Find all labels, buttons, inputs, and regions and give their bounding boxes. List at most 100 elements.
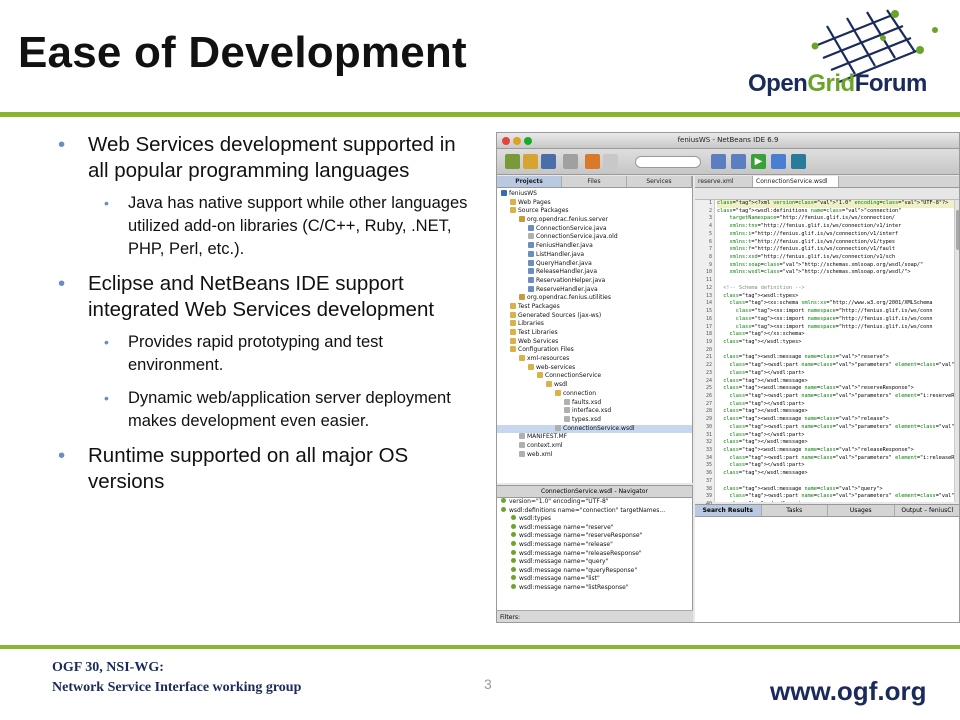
file-icon [564, 415, 570, 422]
tree-node[interactable]: web.xml [497, 450, 692, 460]
tab-tasks[interactable]: Tasks [762, 505, 828, 516]
navigator-item[interactable]: wsdl:definitions name="connection" targe… [497, 506, 692, 516]
tree-node-label: faults.xsd [572, 398, 602, 406]
configuration-select[interactable] [635, 156, 701, 168]
tree-node-label: QueryHandler.java [536, 259, 592, 267]
tree-node[interactable]: FeniusHandler.java [497, 242, 692, 251]
navigator-item[interactable]: wsdl:message name="reserveResponse" [497, 532, 692, 541]
line-number: 2 [708, 207, 712, 214]
tree-node-label: wsdl [554, 381, 568, 389]
code-line: class="tag"></wsdl:part> [729, 369, 805, 376]
tree-node[interactable]: ConnectionService.java.old [497, 233, 692, 242]
tree-node[interactable]: ListHandler.java [497, 250, 692, 260]
navigator-item[interactable]: wsdl:message name="releaseResponse" [497, 549, 692, 559]
line-number: 10 [705, 269, 712, 276]
bullet-list: • Web Services development supported in a… [44, 132, 474, 503]
tree-node[interactable]: ConnectionService [497, 372, 692, 381]
tree-node[interactable]: types.xsd [497, 415, 692, 425]
tree-node-label: ReserveHandler.java [536, 285, 598, 293]
tree-node-label: ReleaseHandler.java [536, 268, 597, 276]
tab-projects[interactable]: Projects [497, 176, 562, 187]
navigator-item-label: wsdl:message name="reserve" [519, 523, 614, 531]
open-project-icon[interactable] [523, 154, 538, 169]
tree-node[interactable]: ReservationHelper.java [497, 276, 692, 286]
build-icon[interactable] [711, 154, 726, 169]
tree-node[interactable]: connection [497, 389, 692, 399]
navigator-item[interactable]: wsdl:message name="release" [497, 540, 692, 550]
tree-node[interactable]: ReleaseHandler.java [497, 268, 692, 277]
run-icon[interactable]: ▶ [751, 154, 766, 169]
tree-node[interactable]: org.opendrac.fenius.utilities [497, 294, 692, 303]
tab-services[interactable]: Services [627, 176, 692, 187]
code-line: class="tag"><wsdl:message name=class="va… [723, 447, 914, 453]
profile-icon[interactable] [791, 154, 806, 169]
footer-line-2: Network Service Interface working group [52, 680, 302, 695]
tree-node[interactable]: xml-resources [497, 355, 692, 364]
tree-node[interactable]: context.xml [497, 441, 692, 451]
navigator-item[interactable]: version="1.0" encoding="UTF-8" [497, 498, 692, 507]
tree-node[interactable]: Configuration Files [497, 346, 692, 355]
tab-search-results[interactable]: Search Results [695, 505, 762, 516]
tree-node[interactable]: faults.xsd [497, 398, 692, 408]
navigator-item[interactable]: wsdl:message name="query" [497, 558, 692, 567]
code-line: class="tag"><xs:import namespace="http:/… [735, 315, 933, 322]
code-line: class="tag"></wsdl:part> [729, 400, 805, 407]
editor-tab-connectionservice-wsdl[interactable]: ConnectionService.wsdl [753, 176, 839, 187]
tree-node[interactable]: org.opendrac.fenius.server [497, 216, 692, 225]
tree-node[interactable]: feniusWS [497, 190, 692, 199]
save-all-icon[interactable] [541, 154, 556, 169]
bullet-2: • Eclipse and NetBeans IDE support integr… [44, 271, 474, 323]
tree-node[interactable]: web-services [497, 363, 692, 373]
code-text[interactable]: class="tag"><?xml version=class="val">"1… [717, 200, 959, 502]
ide-window-title: feniusWS - NetBeans IDE 6.9 [677, 136, 779, 144]
undo-icon[interactable] [563, 154, 578, 169]
footer-url[interactable]: www.ogf.org [770, 676, 926, 707]
navigator-pane: ConnectionService.wsdl - Navigator versi… [497, 485, 693, 622]
navigator-item[interactable]: wsdl:types [497, 515, 692, 524]
bullet-dot: • [104, 390, 109, 406]
redo-icon[interactable] [603, 154, 618, 169]
code-line: class="tag"><wsdl:message name=class="va… [723, 385, 914, 392]
tree-node[interactable]: ConnectionService.wsdl [497, 424, 692, 434]
tree-node-label: ConnectionService.wsdl [563, 424, 635, 432]
navigator-item[interactable]: wsdl:message name="queryResponse" [497, 566, 692, 576]
navigator-item-label: version="1.0" encoding="UTF-8" [509, 498, 609, 505]
logo-forum: Forum [854, 70, 928, 97]
tree-node[interactable]: QueryHandler.java [497, 259, 692, 269]
slide-title: Ease of Development [18, 28, 467, 77]
navigator-item[interactable]: wsdl:message name="reserve" [497, 523, 692, 533]
tree-node[interactable]: MANIFEST.MF [497, 433, 692, 442]
navigator-item[interactable]: wsdl:message name="listResponse" [497, 583, 692, 593]
tab-output[interactable]: Output – feniusCl [895, 505, 960, 516]
tree-node[interactable]: wsdl [497, 381, 692, 390]
tree-node[interactable]: Test Libraries [497, 329, 692, 338]
editor-scrollbar[interactable] [954, 200, 959, 502]
tree-node[interactable]: Web Pages [497, 198, 692, 208]
clean-build-icon[interactable] [731, 154, 746, 169]
editor-tab-reserve-xml[interactable]: reserve.xml [695, 176, 753, 187]
tree-node-label: types.xsd [572, 415, 601, 423]
tab-files[interactable]: Files [562, 176, 627, 187]
tree-node[interactable]: Generated Sources (jax-ws) [497, 311, 692, 321]
tree-node[interactable]: ReserveHandler.java [497, 285, 692, 295]
line-number: 12 [705, 284, 712, 291]
navigator-item[interactable]: wsdl:message name="list" [497, 575, 692, 584]
tree-node[interactable]: Libraries [497, 320, 692, 329]
cut-icon[interactable] [585, 154, 600, 169]
code-line: class="tag"><xs:import namespace="http:/… [735, 323, 933, 330]
tree-node[interactable]: Source Packages [497, 207, 692, 216]
tree-node[interactable]: ConnectionService.java [497, 224, 692, 234]
logo-grid: Grid [807, 70, 855, 97]
new-project-icon[interactable] [505, 154, 520, 169]
tree-node[interactable]: Test Packages [497, 302, 692, 312]
line-number: 18 [705, 331, 712, 338]
tree-node[interactable]: interface.xsd [497, 407, 692, 416]
xml-element-icon [501, 498, 506, 503]
navigator-filters[interactable]: Filters: [497, 610, 693, 622]
debug-icon[interactable] [771, 154, 786, 169]
tab-usages[interactable]: Usages [828, 505, 895, 516]
bullet-2-text: Eclipse and NetBeans IDE support integra… [88, 272, 435, 321]
footer-line-1: OGF 30, NSI-WG: [52, 660, 164, 675]
tree-node[interactable]: Web Services [497, 337, 692, 347]
